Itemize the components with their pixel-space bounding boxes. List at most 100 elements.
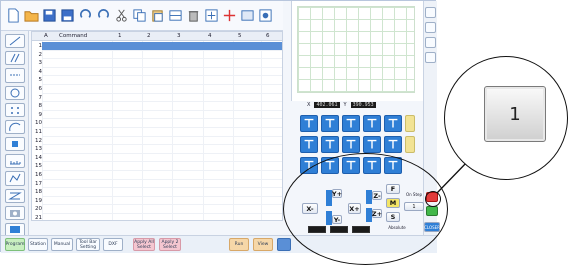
zigzag-tool-icon[interactable] <box>4 188 25 203</box>
dispense-tool-icon[interactable] <box>4 137 25 152</box>
arc-path-tile-icon[interactable] <box>363 115 381 132</box>
crosshair-icon[interactable] <box>221 6 237 26</box>
jog-down-tile-icon[interactable] <box>405 136 415 153</box>
highlight-small-circle <box>425 191 441 207</box>
rotate-view-icon[interactable] <box>425 22 436 33</box>
move-path-tile-icon[interactable] <box>321 115 339 132</box>
new-file-icon[interactable] <box>5 6 21 26</box>
open-folder-icon[interactable] <box>23 6 39 26</box>
parallel-tool-icon[interactable] <box>4 51 25 66</box>
move-down-tile-icon[interactable] <box>300 115 318 132</box>
fit-view-icon[interactable] <box>425 7 436 18</box>
table-row[interactable] <box>42 197 282 206</box>
cut-icon[interactable] <box>113 6 129 26</box>
table-row[interactable] <box>42 85 282 94</box>
highlight-ellipse <box>283 153 448 265</box>
header-2: 2 <box>147 33 151 39</box>
redo-icon[interactable] <box>95 6 111 26</box>
measure-tool-icon[interactable] <box>4 154 25 169</box>
table-row[interactable] <box>42 171 282 180</box>
row-number: 11 <box>35 129 42 135</box>
table-header: A Command 1 2 3 4 5 6 <box>32 32 282 41</box>
row-number: 17 <box>35 180 42 187</box>
apply-two-select-button[interactable]: Apply 2 Select <box>159 238 181 251</box>
line-tool-icon[interactable] <box>4 34 25 49</box>
table-row[interactable] <box>42 180 282 189</box>
drawing-canvas[interactable] <box>291 1 423 101</box>
table-row[interactable] <box>42 76 282 85</box>
row-number: 10 <box>35 120 42 127</box>
lock-tile-icon[interactable] <box>405 115 415 132</box>
offset-tool-icon[interactable] <box>4 68 25 83</box>
table-row[interactable] <box>42 102 282 111</box>
header-5: 5 <box>238 33 242 39</box>
table-row[interactable] <box>42 111 282 120</box>
undo-icon[interactable] <box>77 6 93 26</box>
row-number: 15 <box>35 163 42 170</box>
dxf-button[interactable]: DXF <box>103 238 123 251</box>
circle-tool-icon[interactable] <box>4 85 25 100</box>
run-button[interactable]: Run <box>229 238 249 251</box>
manual-button[interactable]: Manual <box>51 238 73 251</box>
apply-all-select-button[interactable]: Apply All Select <box>133 238 155 251</box>
table-row[interactable] <box>42 162 282 171</box>
station-button[interactable]: Station <box>28 238 48 251</box>
table-row[interactable] <box>42 94 282 103</box>
reset-tile-icon[interactable] <box>321 136 339 153</box>
table-row[interactable] <box>42 188 282 197</box>
settings-icon[interactable] <box>257 6 273 26</box>
line-dispense-tile-icon[interactable] <box>342 115 360 132</box>
row-number: 12 <box>35 137 42 144</box>
delete-icon[interactable] <box>185 6 201 26</box>
path-tool-icon[interactable] <box>4 171 25 186</box>
table-row[interactable] <box>42 59 282 68</box>
table-row[interactable] <box>42 51 282 60</box>
row-number: 21 <box>35 215 42 221</box>
dot-dispense-tile-icon[interactable] <box>300 136 318 153</box>
row-number: 2 <box>38 51 43 58</box>
table-row[interactable] <box>42 145 282 154</box>
header-a: A <box>44 33 48 39</box>
header-6: 6 <box>266 33 270 39</box>
camera-tile-icon[interactable] <box>384 136 402 153</box>
table-row[interactable] <box>42 119 282 128</box>
copy-icon[interactable] <box>131 6 147 26</box>
dot-array-icon[interactable] <box>4 102 25 117</box>
zoomed-step-button: 1 <box>484 86 546 142</box>
paste-icon[interactable] <box>149 6 165 26</box>
row-number: 1 <box>38 43 43 49</box>
command-table: A Command 1 2 3 4 5 6 1 2 3 4 5 6 7 8 9 10 11 12 13 1… <box>31 31 283 221</box>
add-point-icon[interactable] <box>203 6 219 26</box>
header-3: 3 <box>177 33 181 39</box>
save-as-icon[interactable] <box>59 6 75 26</box>
row-number: 7 <box>38 94 43 101</box>
table-row[interactable] <box>42 214 282 220</box>
zoom-icon[interactable] <box>425 37 436 48</box>
footer-extra-button[interactable] <box>277 238 291 251</box>
table-row[interactable] <box>42 205 282 214</box>
table-row[interactable] <box>42 154 282 163</box>
vision-tile-icon[interactable] <box>363 136 381 153</box>
properties-icon[interactable] <box>239 6 255 26</box>
camera-tool-icon[interactable] <box>4 205 25 220</box>
table-row[interactable] <box>42 137 282 146</box>
view-button[interactable]: View <box>253 238 273 251</box>
arc-tool-icon[interactable] <box>4 119 25 135</box>
header-1: 1 <box>118 33 122 39</box>
row-number: 9 <box>38 111 43 118</box>
insert-row-icon[interactable] <box>167 6 183 26</box>
wave-tile-icon[interactable] <box>342 136 360 153</box>
main-toolbar <box>1 1 283 31</box>
table-row[interactable] <box>42 128 282 137</box>
pan-icon[interactable] <box>425 52 436 63</box>
save-icon[interactable] <box>41 6 57 26</box>
table-row[interactable] <box>42 42 282 51</box>
row-number: 13 <box>35 146 42 153</box>
program-button[interactable]: Program <box>5 238 25 251</box>
row-number: 16 <box>35 172 42 178</box>
circle-tile-icon[interactable] <box>384 115 402 132</box>
row-number: 19 <box>35 197 42 204</box>
table-row[interactable] <box>42 68 282 77</box>
toolbar-setting-button[interactable]: Tool Bar Setting <box>76 238 100 251</box>
screenshot-stage: A Command 1 2 3 4 5 6 1 2 3 4 5 6 7 8 9 10 11 12 13 1… <box>0 0 571 266</box>
